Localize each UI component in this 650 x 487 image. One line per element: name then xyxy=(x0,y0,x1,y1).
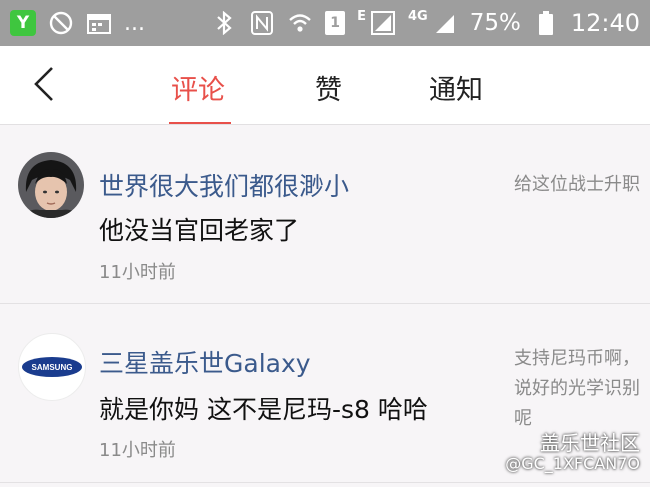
more-notifications: ... xyxy=(124,10,145,36)
blocked-icon xyxy=(48,10,74,36)
battery-icon xyxy=(533,10,559,36)
comment-item[interactable]: 世界很大我们都很渺小 他没当官回老家了 11小时前 给这位战士升职 xyxy=(0,125,650,304)
comment-time: 11小时前 xyxy=(99,262,176,283)
comment-username[interactable]: 三星盖乐世Galaxy xyxy=(99,344,311,380)
network-type-e: E xyxy=(357,8,366,24)
nfc-icon xyxy=(249,10,275,36)
comment-username[interactable]: 世界很大我们都很渺小 xyxy=(99,167,349,203)
signal-strength-icon xyxy=(432,10,458,36)
tab-comments[interactable]: 评论 xyxy=(171,68,225,107)
top-nav-bar: 评论 赞 通知 xyxy=(0,46,650,125)
avatar[interactable]: SAMSUNG xyxy=(18,333,86,401)
status-bar-right: 1 E 4G 75% 12:40 xyxy=(211,9,640,37)
back-button[interactable] xyxy=(26,64,66,104)
chevron-left-icon xyxy=(34,67,53,101)
comment-text: 他没当官回老家了 xyxy=(99,216,300,245)
watermark: 盖乐世社区 @GC_1XFCAN7O xyxy=(505,432,640,474)
calendar-icon xyxy=(86,10,112,36)
signal-icon xyxy=(370,10,396,36)
active-tab-indicator xyxy=(169,122,231,124)
avatar[interactable] xyxy=(18,152,84,218)
watermark-community: 盖乐世社区 xyxy=(540,431,640,455)
referenced-post[interactable]: 给这位战士升职 xyxy=(514,170,642,200)
bluetooth-icon xyxy=(211,10,237,36)
tab-likes[interactable]: 赞 xyxy=(315,68,342,107)
referenced-post[interactable]: 支持尼玛币啊，说好的光学识别呢 xyxy=(514,344,642,444)
wifi-icon xyxy=(287,10,313,36)
network-type-4g: 4G xyxy=(407,8,428,24)
samsung-logo-text: SAMSUNG xyxy=(32,363,73,372)
comment-text: 就是你妈 这不是尼玛-s8 哈哈 xyxy=(99,395,428,424)
comment-time: 11小时前 xyxy=(99,440,176,461)
app-notification-icon: Y xyxy=(10,10,36,36)
status-bar: Y ... 1 E 4G 75% 12:40 xyxy=(0,0,650,46)
tab-notifications[interactable]: 通知 xyxy=(429,68,483,107)
status-bar-left: Y ... xyxy=(10,10,145,36)
battery-percent: 75% xyxy=(469,10,521,36)
watermark-handle: @GC_1XFCAN7O xyxy=(505,454,640,473)
sim-indicator: 1 xyxy=(325,11,346,35)
clock: 12:40 xyxy=(570,9,640,37)
